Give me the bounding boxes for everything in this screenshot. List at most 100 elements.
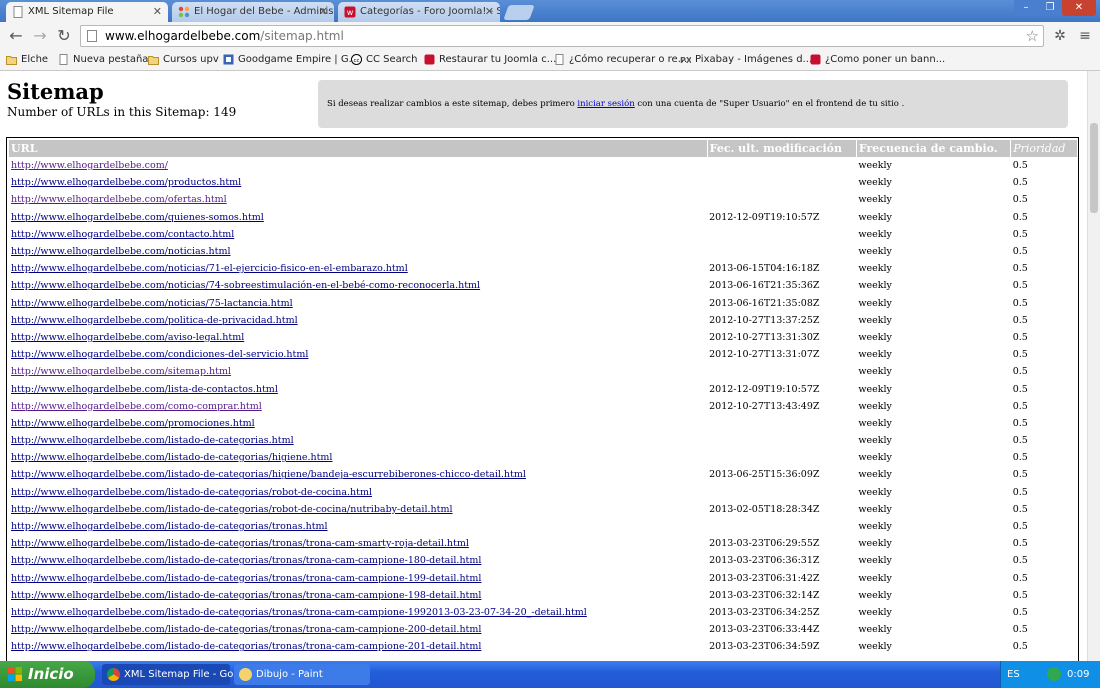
sitemap-url-link[interactable]: http://www.elhogardelbebe.com/ofertas.ht… [11, 194, 227, 205]
sitemap-url-link[interactable]: http://www.elhogardelbebe.com/noticias/7… [11, 280, 480, 291]
priority-cell: 0.5 [1012, 366, 1028, 378]
scrollbar-thumb[interactable] [1090, 123, 1098, 213]
sitemap-url-link[interactable]: http://www.elhogardelbebe.com/listado-de… [11, 538, 469, 549]
sitemap-url-link[interactable]: http://www.elhogardelbebe.com/contacto.h… [11, 229, 234, 240]
sitemap-url-link[interactable]: http://www.elhogardelbebe.com/quienes-so… [11, 212, 264, 223]
sitemap-url-link[interactable]: http://www.elhogardelbebe.com/listado-de… [11, 590, 481, 601]
forward-arrow-icon[interactable]: → [30, 26, 50, 46]
bookmark-cc-search[interactable]: cc CC Search [351, 50, 418, 70]
bookmark-nueva-pestana[interactable]: Nueva pestaña [58, 50, 148, 70]
bookmark-pixabay[interactable]: PX Pixabay - Imágenes d... [680, 50, 812, 70]
document-icon [13, 6, 23, 18]
sitemap-url-link[interactable]: http://www.elhogardelbebe.com/listado-de… [11, 452, 332, 463]
sitemap-url-link[interactable]: http://www.elhogardelbebe.com/aviso-lega… [11, 332, 244, 343]
tab-admin[interactable]: El Hogar del Bebe - Administ ✕ [172, 2, 334, 22]
taskbar-item-paint[interactable]: Dibujo - Paint [234, 664, 370, 685]
bookmark-como-recuperar[interactable]: ¿Cómo recuperar o re... [554, 50, 687, 70]
close-icon[interactable]: ✕ [153, 2, 162, 22]
last-modified-cell: 2013-06-25T15:36:09Z [709, 469, 820, 481]
table-row: http://www.elhogardelbebe.com/ofertas.ht… [9, 191, 1078, 208]
sitemap-url-link[interactable]: http://www.elhogardelbebe.com/listado-de… [11, 607, 587, 618]
star-icon[interactable]: ☆ [1026, 26, 1039, 46]
minimize-button[interactable]: – [1014, 0, 1038, 16]
close-icon[interactable]: ✕ [485, 2, 494, 22]
last-modified-cell [707, 415, 856, 432]
close-icon[interactable]: ✕ [319, 2, 328, 22]
sitemap-url-link[interactable]: http://www.elhogardelbebe.com/listado-de… [11, 641, 481, 652]
joomla-icon [178, 6, 190, 18]
tab-sitemap[interactable]: XML Sitemap File ✕ [6, 2, 168, 22]
priority-cell: 0.5 [1012, 452, 1028, 464]
back-arrow-icon[interactable]: ← [6, 26, 26, 46]
sitemap-url-link[interactable]: http://www.elhogardelbebe.com/ [11, 160, 168, 171]
priority-cell: 0.5 [1012, 211, 1028, 223]
sitemap-url-link[interactable]: http://www.elhogardelbebe.com/listado-de… [11, 504, 453, 515]
document-icon [555, 54, 564, 65]
network-icon[interactable] [1047, 667, 1061, 681]
sitemap-url-link[interactable]: http://www.elhogardelbebe.com/noticias/7… [11, 298, 293, 309]
sitemap-url-link[interactable]: http://www.elhogardelbebe.com/listado-de… [11, 487, 372, 498]
table-row: http://www.elhogardelbebe.com/contacto.h… [9, 226, 1078, 243]
tab-forum[interactable]: w Categorías - Foro Joomla! - S ✕ [338, 2, 500, 22]
url-cell: http://www.elhogardelbebe.com/listado-de… [9, 484, 707, 501]
menu-icon[interactable]: ≡ [1075, 26, 1095, 46]
sitemap-url-link[interactable]: http://www.elhogardelbebe.com/como-compr… [11, 401, 262, 412]
extension-icon[interactable]: ✲ [1050, 26, 1070, 46]
maximize-button[interactable]: ❐ [1038, 0, 1062, 16]
bookmark-cursos-upv[interactable]: Cursos upv [148, 50, 219, 70]
bookmark-restaurar-joomla[interactable]: Restaurar tu Joomla c... [424, 50, 556, 70]
last-modified-cell [707, 363, 856, 380]
forum-icon [424, 54, 435, 65]
frequency-cell: weekly [858, 521, 892, 533]
language-indicator[interactable]: ES [1007, 669, 1020, 680]
sitemap-url-link[interactable]: http://www.elhogardelbebe.com/listado-de… [11, 555, 481, 566]
close-window-button[interactable]: ✕ [1062, 0, 1096, 16]
table-row: http://www.elhogardelbebe.com/noticias/7… [9, 260, 1078, 277]
sitemap-url-link[interactable]: http://www.elhogardelbebe.com/listado-de… [11, 469, 526, 480]
start-button[interactable]: Inicio [0, 661, 95, 688]
address-bar[interactable]: www.elhogardelbebe.com/sitemap.html ☆ [80, 25, 1044, 47]
sitemap-url-link[interactable]: http://www.elhogardelbebe.com/sitemap.ht… [11, 366, 231, 377]
sitemap-url-link[interactable]: http://www.elhogardelbebe.com/politica-d… [11, 315, 298, 326]
priority-cell: 0.5 [1012, 263, 1028, 275]
table-row: http://www.elhogardelbebe.com/weekly 0.5 [9, 157, 1078, 174]
priority-cell: 0.5 [1012, 331, 1028, 343]
url-cell: http://www.elhogardelbebe.com/como-compr… [9, 398, 707, 415]
last-modified-cell: 2012-10-27T13:31:30Z [709, 331, 820, 343]
table-row: http://www.elhogardelbebe.com/productos.… [9, 174, 1078, 191]
bookmark-elche[interactable]: Elche [6, 50, 48, 70]
bookmark-goodgame[interactable]: Goodgame Empire | G... [223, 50, 358, 70]
url-cell: http://www.elhogardelbebe.com/noticias/7… [9, 277, 707, 294]
table-row: http://www.elhogardelbebe.com/listado-de… [9, 587, 1078, 604]
new-tab-button[interactable] [503, 5, 535, 20]
taskbar-item-chrome[interactable]: XML Sitemap File - Go... [102, 664, 243, 685]
sitemap-url-link[interactable]: http://www.elhogardelbebe.com/productos.… [11, 177, 241, 188]
sitemap-url-link[interactable]: http://www.elhogardelbebe.com/noticias/7… [11, 263, 408, 274]
folder-icon [6, 56, 17, 65]
frequency-cell: weekly [858, 589, 892, 601]
svg-text:PX: PX [680, 56, 691, 65]
vertical-scrollbar[interactable] [1087, 71, 1100, 661]
sitemap-url-link[interactable]: http://www.elhogardelbebe.com/listado-de… [11, 435, 294, 446]
table-row: http://www.elhogardelbebe.com/condicione… [9, 346, 1078, 363]
sitemap-url-link[interactable]: http://www.elhogardelbebe.com/listado-de… [11, 521, 328, 532]
bookmark-como-poner-banner[interactable]: ¿Como poner un bann... [810, 50, 945, 70]
frequency-cell: weekly [858, 400, 892, 412]
sitemap-url-link[interactable]: http://www.elhogardelbebe.com/listado-de… [11, 573, 481, 584]
last-modified-cell [707, 191, 856, 208]
sitemap-url-link[interactable]: http://www.elhogardelbebe.com/condicione… [11, 349, 308, 360]
sitemap-url-link[interactable]: http://www.elhogardelbebe.com/listado-de… [11, 624, 481, 635]
sitemap-url-link[interactable]: http://www.elhogardelbebe.com/noticias.h… [11, 246, 231, 257]
url-cell: http://www.elhogardelbebe.com/noticias/7… [9, 295, 707, 312]
sitemap-url-link[interactable]: http://www.elhogardelbebe.com/promocione… [11, 418, 255, 429]
url-cell: http://www.elhogardelbebe.com/politica-d… [9, 312, 707, 329]
reload-icon[interactable]: ↻ [54, 26, 74, 46]
table-row: http://www.elhogardelbebe.com/listado-de… [9, 501, 1078, 518]
priority-cell: 0.5 [1012, 417, 1028, 429]
sitemap-url-link[interactable]: http://www.elhogardelbebe.com/lista-de-c… [11, 384, 278, 395]
header-url: URL [9, 140, 708, 157]
priority-cell: 0.5 [1012, 469, 1028, 481]
frequency-cell: weekly [858, 452, 892, 464]
table-row: http://www.elhogardelbebe.com/listado-de… [9, 466, 1078, 483]
login-link[interactable]: iniciar sesión [577, 99, 634, 109]
